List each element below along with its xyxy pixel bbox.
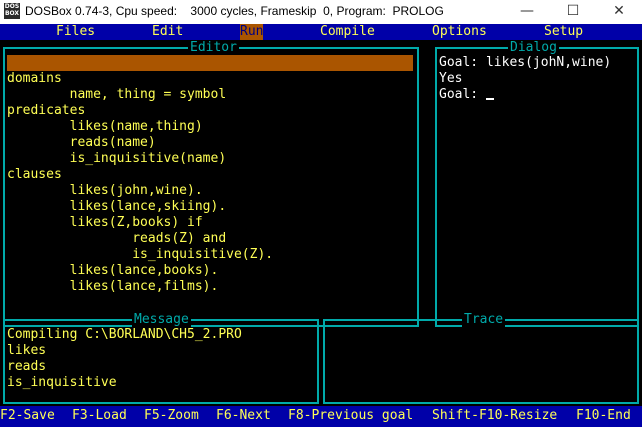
app-icon-text-top: DOS [4, 3, 20, 10]
message-line: is_inquisitive [7, 375, 117, 390]
code-line[interactable]: clauses [7, 167, 62, 183]
message-line: Compiling C:\BORLAND\CH5_2.PRO [7, 327, 242, 342]
editor-title: Editor [188, 40, 239, 56]
goal-prompt-label: Goal: [439, 87, 486, 102]
key-f8-previous-goal[interactable]: F8-Previous goal [288, 408, 413, 424]
editor-status-line: Line 1 Col 1 C:\BORLAND\CH5_2.PRO Indent [7, 55, 414, 134]
key-f3-load[interactable]: F3-Load [72, 408, 127, 424]
code-line[interactable]: is_inquisitive(Z). [7, 247, 273, 263]
dialog-line: Goal: likes(johN,wine) [439, 55, 612, 70]
trace-title: Trace [462, 312, 506, 328]
message-line: reads [7, 359, 47, 374]
main-menu-bar: Files Edit Run Compile Options Setup [0, 24, 642, 40]
menu-run[interactable]: Run [240, 24, 264, 40]
editor-file-path: C:\BORLAND\CH5_2.PRO [191, 103, 348, 118]
menu-compile[interactable]: Compile [320, 24, 375, 40]
key-f6-next[interactable]: F6-Next [216, 408, 271, 424]
dialog-line: Yes [439, 71, 463, 86]
window-titlebar: DOS BOX DOSBox 0.74-3, Cpu speed: 3000 c… [0, 0, 642, 24]
menu-files[interactable]: Files [56, 24, 95, 40]
text-cursor [485, 98, 494, 100]
maximize-button[interactable]: ☐ [550, 0, 596, 24]
code-line[interactable]: likes(lance,skiing). [7, 199, 227, 215]
app-icon-text-bottom: BOX [4, 10, 20, 17]
code-line[interactable]: is_inquisitive(name) [7, 151, 227, 167]
minimize-button[interactable]: — [504, 0, 550, 24]
window-title: DOSBox 0.74-3, Cpu speed: 3000 cycles, F… [25, 4, 444, 18]
dialog-title: Dialog [508, 40, 559, 56]
code-line[interactable]: likes(Z,books) if [7, 215, 203, 231]
menu-edit[interactable]: Edit [152, 24, 183, 40]
close-button[interactable]: ✕ [596, 0, 642, 24]
dosbox-app-icon: DOS BOX [4, 3, 20, 19]
code-line[interactable]: reads(Z) and [7, 231, 226, 247]
message-title: Message [132, 312, 191, 328]
dos-screen: Files Edit Run Compile Options Setup Edi… [0, 24, 642, 427]
key-f2-save[interactable]: F2-Save [0, 408, 55, 424]
code-line[interactable]: predicates [7, 103, 85, 119]
key-f5-zoom[interactable]: F5-Zoom [144, 408, 199, 424]
code-line[interactable]: likes(lance,films). [7, 279, 219, 295]
menu-setup[interactable]: Setup [544, 24, 583, 40]
code-line[interactable]: likes(name,thing) [7, 119, 203, 135]
editor-mode-indicator: Indent [367, 119, 414, 134]
dialog-goal-prompt[interactable]: Goal: [439, 87, 494, 103]
trace-window[interactable]: Trace [323, 312, 639, 404]
code-line[interactable]: likes(lance,books). [7, 263, 219, 279]
code-line[interactable]: reads(name) [7, 135, 156, 151]
function-key-bar: F2-Save F3-Load F5-Zoom F6-Next F8-Previ… [0, 406, 642, 427]
code-line[interactable]: name, thing = symbol [7, 87, 227, 103]
menu-options[interactable]: Options [432, 24, 487, 40]
code-line[interactable]: likes(john,wine). [7, 183, 203, 199]
key-f10-end[interactable]: F10-End [576, 408, 631, 424]
message-line: likes [7, 343, 47, 358]
key-shift-f10-resize[interactable]: Shift-F10-Resize [432, 408, 557, 424]
code-line[interactable]: domains [7, 71, 62, 87]
